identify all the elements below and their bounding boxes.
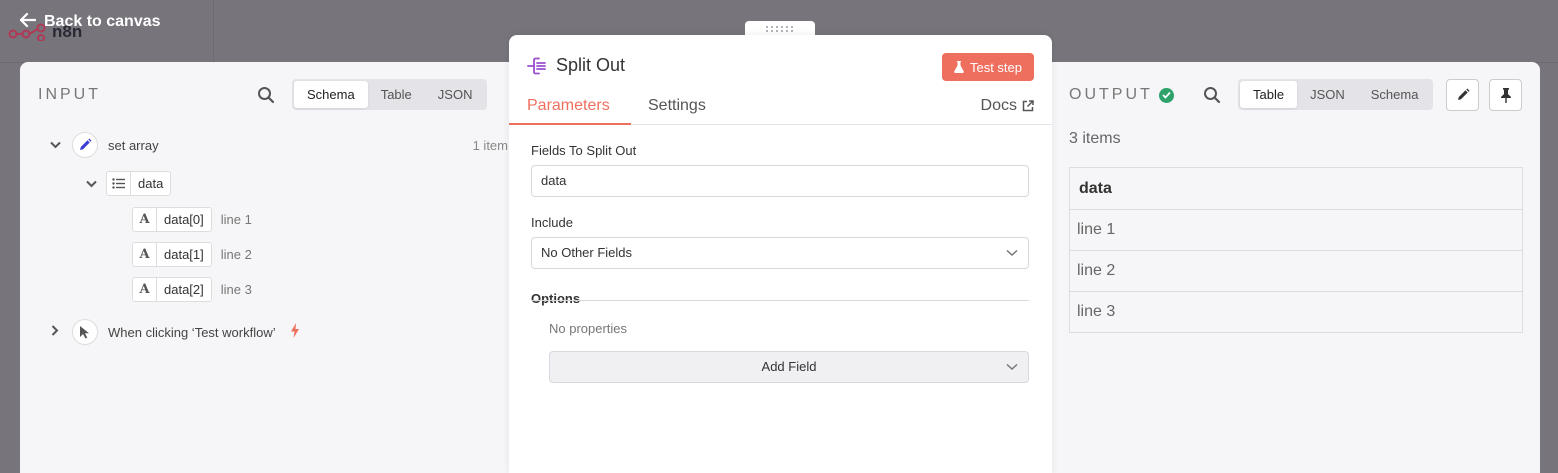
no-properties-text: No properties [549,321,628,336]
field-pill[interactable]: data [106,171,172,196]
pin-data-button[interactable] [1489,79,1522,111]
output-view-toggle: Table JSON Schema [1238,79,1434,110]
external-link-icon [1022,100,1034,112]
back-to-canvas-link[interactable]: Back to canvas [19,11,161,32]
input-title: INPUT [38,86,101,103]
drag-dots-icon [766,26,793,32]
test-step-button[interactable]: Test step [941,53,1034,81]
table-header-row: data [1069,167,1523,210]
table-header-cell[interactable]: data [1069,167,1523,210]
back-to-canvas-label: Back to canvas [44,12,161,30]
table-row: line 2 [1069,250,1523,292]
table-row: line 1 [1069,209,1523,251]
table-cell[interactable]: line 3 [1069,291,1523,333]
output-view-table[interactable]: Table [1240,81,1298,108]
output-view-schema[interactable]: Schema [1358,81,1432,108]
field-pill[interactable]: A data[1] [132,242,212,267]
output-title-text: OUTPUT [1069,86,1153,103]
node-name: set array [108,137,159,153]
pin-icon [1500,87,1511,103]
schema-field-data[interactable]: data [84,171,172,196]
string-type-icon: A [133,208,157,231]
string-type-icon: A [133,278,157,301]
include-label: Include [531,215,573,230]
options-divider [531,300,1029,301]
active-tab-indicator [509,123,631,125]
add-field-label: Add Field [761,359,817,374]
field-name: data[0] [164,212,204,227]
docs-label: Docs [980,97,1017,114]
include-selected-value: No Other Fields [541,245,633,260]
lightning-bolt-icon [290,323,300,341]
output-panel: OUTPUT Table JSON Schema 3 items data li… [1052,62,1540,473]
options-title: Options [531,291,581,306]
list-icon [107,172,131,195]
fields-to-split-input[interactable]: data [531,165,1029,197]
canvas-divider [213,0,214,62]
chevron-down-icon[interactable] [48,138,62,152]
node-name[interactable]: Split Out [556,55,625,76]
docs-link[interactable]: Docs [981,97,1034,115]
field-name: data[1] [164,247,204,262]
tab-settings[interactable]: Settings [648,97,706,123]
table-row: line 3 [1069,291,1523,333]
check-circle-icon [1158,87,1174,103]
field-pill[interactable]: A data[2] [132,277,212,302]
output-title: OUTPUT [1069,86,1174,104]
input-item-count: 1 item [472,138,508,153]
edit-output-button[interactable] [1446,79,1479,111]
schema-field-data-2[interactable]: A data[2] line 3 [132,277,252,302]
field-name: data[2] [164,282,204,297]
field-name: data [138,176,164,191]
tab-parameters[interactable]: Parameters [527,97,610,123]
input-panel: INPUT Schema Table JSON set array 1 item [20,62,508,473]
node-title: Split Out [527,55,625,76]
field-value: line 2 [220,247,252,262]
output-table: data line 1 line 2 line 3 [1069,167,1523,333]
output-view-json[interactable]: JSON [1297,81,1358,108]
flask-icon [954,61,964,73]
fields-to-split-label: Fields To Split Out [531,143,637,158]
chevron-down-icon [1006,352,1018,382]
field-pill[interactable]: A data[0] [132,207,212,232]
chevron-down-icon[interactable] [84,177,98,191]
string-type-icon: A [133,243,157,266]
table-cell[interactable]: line 2 [1069,250,1523,292]
table-cell[interactable]: line 1 [1069,209,1523,251]
input-view-json[interactable]: JSON [425,81,486,108]
field-value: line 1 [220,212,252,227]
input-view-table[interactable]: Table [368,81,425,108]
split-out-icon [527,57,546,74]
add-field-button[interactable]: Add Field [549,351,1029,383]
include-select[interactable]: No Other Fields [531,237,1029,269]
pencil-icon [1457,88,1469,100]
test-step-label: Test step [969,59,1022,75]
field-value: line 3 [220,282,252,297]
schema-field-data-1[interactable]: A data[1] line 2 [132,242,252,267]
chevron-right-icon[interactable] [48,325,62,339]
arrow-left-icon [19,11,37,32]
cursor-pointer-icon [72,319,98,345]
input-view-schema[interactable]: Schema [294,81,368,108]
search-icon[interactable] [1203,86,1221,104]
search-icon[interactable] [257,86,275,104]
schema-field-data-0[interactable]: A data[0] line 1 [132,207,252,232]
chevron-down-icon [1006,238,1018,268]
node-name: When clicking ‘Test workflow’ [108,324,276,340]
input-view-toggle: Schema Table JSON [292,79,488,110]
input-node-manual-trigger[interactable]: When clicking ‘Test workflow’ [48,319,300,345]
node-parameters-panel: Split Out Test step Parameters Settings … [509,35,1052,473]
node-header: Split Out Test step Parameters Settings … [509,35,1052,125]
pencil-icon [72,132,98,158]
input-node-set-array[interactable]: set array [48,132,159,158]
output-item-count: 3 items [1069,130,1121,147]
